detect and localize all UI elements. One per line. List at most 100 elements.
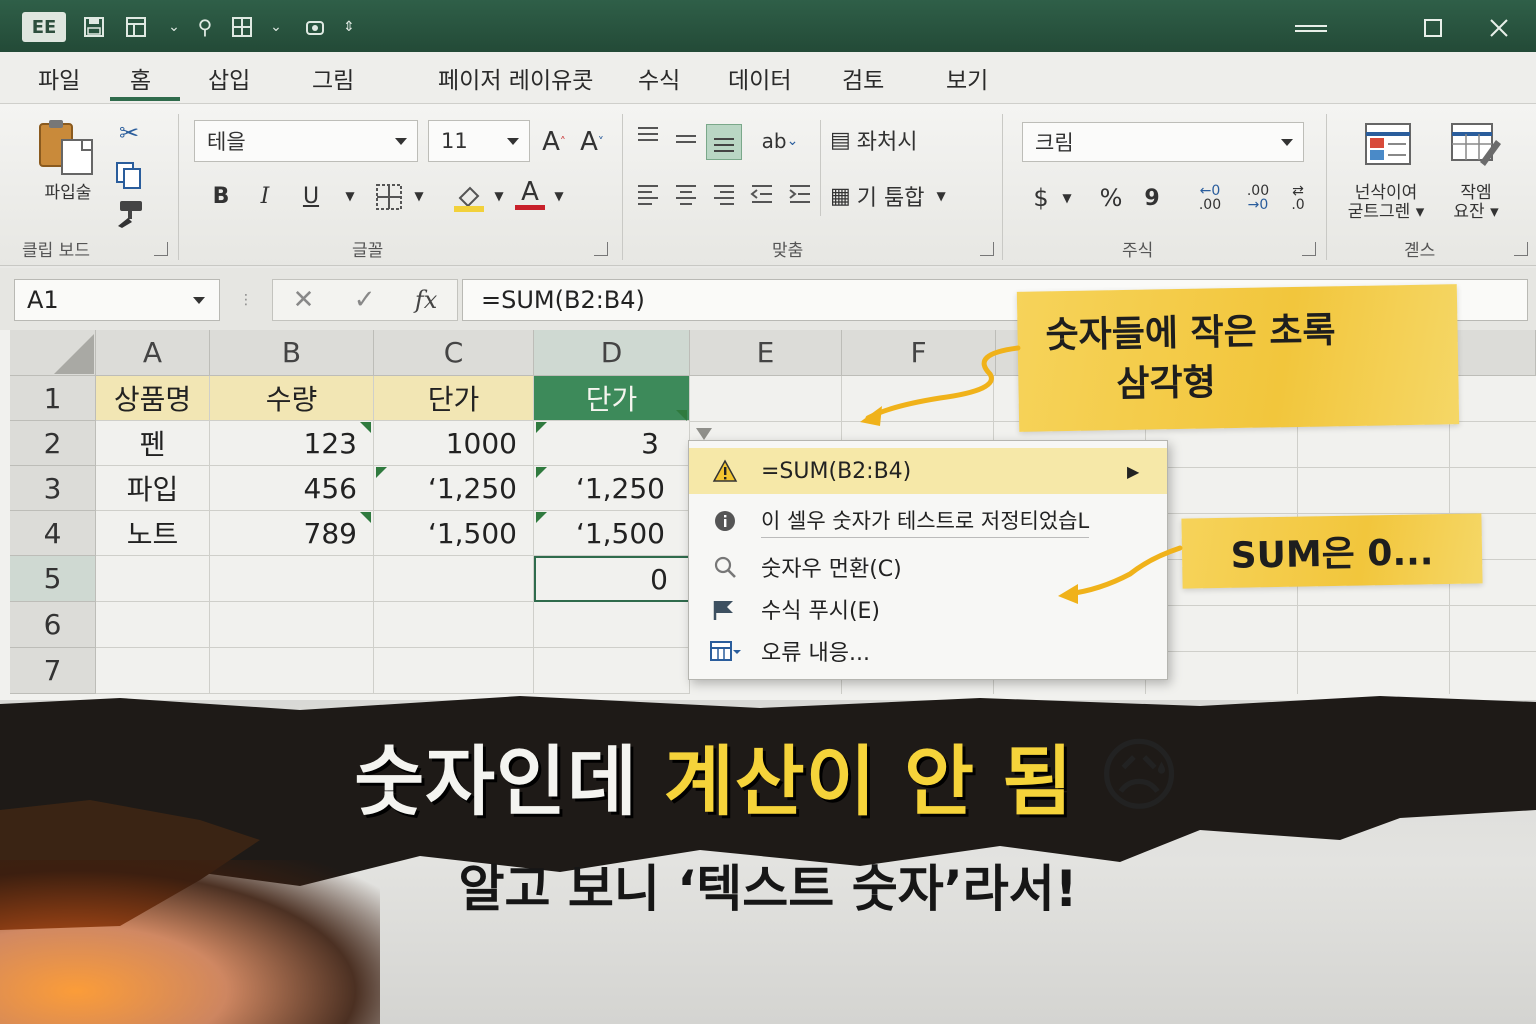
italic-button[interactable]: I	[248, 178, 282, 214]
percent-button[interactable]: %	[1094, 180, 1128, 216]
column-header-d[interactable]: D	[534, 330, 690, 376]
fill-color-dropdown-icon[interactable]: ▼	[490, 178, 508, 214]
align-left-icon[interactable]	[634, 180, 664, 210]
more-options-icon[interactable]: ⋮	[238, 284, 254, 316]
underline-dropdown-icon[interactable]: ▼	[340, 178, 360, 214]
touch-icon[interactable]: ⚲	[192, 12, 218, 42]
name-box[interactable]: A1	[14, 279, 220, 321]
cell-d1[interactable]: 단가	[534, 376, 690, 421]
cell-b6[interactable]	[210, 602, 374, 648]
row-header-6[interactable]: 6	[10, 602, 96, 648]
cell-c1[interactable]: 단가	[374, 376, 534, 421]
error-indicator-triangle[interactable]	[536, 422, 547, 433]
cell-a2[interactable]: 펜	[96, 421, 210, 466]
cell-c6[interactable]	[374, 602, 534, 648]
column-header-b[interactable]: B	[210, 330, 374, 376]
increase-decimal-icon[interactable]: ←0.00	[1192, 180, 1228, 216]
tab-draw[interactable]: 그림	[312, 60, 354, 96]
conditional-formatting-label[interactable]: 넌삭이여 굳트그렌 ▾	[1336, 184, 1436, 222]
error-indicator-triangle[interactable]	[376, 467, 387, 478]
align-right-icon[interactable]	[710, 180, 740, 210]
close-icon[interactable]	[1476, 10, 1522, 46]
cell-a3[interactable]: 파입	[96, 466, 210, 511]
row-header-3[interactable]: 3	[10, 466, 96, 511]
grow-font-button[interactable]: A ˄	[538, 122, 570, 162]
cell-b5[interactable]	[210, 556, 374, 602]
row-header-1[interactable]: 1	[10, 376, 96, 421]
number-format-toggle-icon[interactable]: ⇄ .0	[1282, 180, 1314, 216]
cell-a1[interactable]: 상품명	[96, 376, 210, 421]
cell-c7[interactable]	[374, 648, 534, 694]
increase-indent-icon[interactable]	[786, 180, 816, 210]
cell-b7[interactable]	[210, 648, 374, 694]
format-as-table-icon[interactable]	[1450, 122, 1504, 168]
table-icon[interactable]	[226, 12, 258, 42]
cell-d4[interactable]: ‘1,500	[534, 511, 690, 556]
dialog-launcher-icon[interactable]	[154, 242, 168, 256]
format-painter-icon[interactable]	[114, 198, 148, 230]
dropdown-chevron-icon[interactable]: ⌄	[164, 12, 184, 42]
cell-b1[interactable]: 수량	[210, 376, 374, 421]
paste-icon[interactable]	[36, 118, 98, 178]
fill-color-icon[interactable]	[452, 180, 488, 214]
cell-b3[interactable]: 456	[210, 466, 374, 511]
merge-center-button[interactable]: ▦ 기 툼합 ▼	[830, 178, 990, 214]
paste-label[interactable]: 파입술	[28, 184, 108, 203]
borders-dropdown-icon[interactable]: ▼	[410, 178, 428, 214]
cell-a5[interactable]	[96, 556, 210, 602]
error-indicator-triangle[interactable]	[536, 512, 547, 523]
decrease-decimal-icon[interactable]: .00 →0	[1240, 180, 1276, 216]
align-top-icon[interactable]	[634, 122, 664, 152]
font-size-dropdown[interactable]: 11	[428, 120, 530, 162]
currency-dropdown-icon[interactable]: ▼	[1058, 180, 1076, 216]
context-item-error-details[interactable]: 오류 내응...	[689, 630, 1167, 672]
cell-c5[interactable]	[374, 556, 534, 602]
tab-view[interactable]: 보기	[946, 60, 988, 96]
cut-icon[interactable]: ✂	[112, 118, 146, 148]
cell-a6[interactable]	[96, 602, 210, 648]
row-header-7[interactable]: 7	[10, 648, 96, 694]
tab-data[interactable]: 데이터	[728, 60, 791, 96]
font-color-button[interactable]: A	[512, 176, 548, 212]
underline-button[interactable]: U	[294, 178, 328, 214]
align-middle-icon[interactable]	[672, 126, 702, 156]
cell-d2[interactable]: 3	[534, 421, 690, 466]
cell-b4[interactable]: 789	[210, 511, 374, 556]
tab-review[interactable]: 검토	[842, 60, 884, 96]
confirm-icon[interactable]: ✓	[354, 285, 376, 315]
dialog-launcher-icon[interactable]	[594, 242, 608, 256]
cancel-icon[interactable]: ✕	[293, 285, 315, 315]
comma-button[interactable]: 9	[1138, 180, 1166, 216]
bold-button[interactable]: B	[204, 178, 238, 214]
format-as-table-label[interactable]: 작엠 요잔 ▾	[1434, 184, 1518, 222]
wrap-text-button[interactable]: ▤ 좌처시	[830, 122, 970, 158]
cell-d7[interactable]	[534, 648, 690, 694]
cell-d3[interactable]: ‘1,250	[534, 466, 690, 511]
tab-page-layout[interactable]: 페이저 레이유콧	[438, 60, 593, 96]
cell-c4[interactable]: ‘1,500	[374, 511, 534, 556]
shrink-font-button[interactable]: A ˅	[576, 122, 608, 162]
font-name-dropdown[interactable]: 테을	[194, 120, 418, 162]
column-header-c[interactable]: C	[374, 330, 534, 376]
tab-insert[interactable]: 삽입	[208, 60, 250, 96]
currency-button[interactable]: $	[1026, 180, 1056, 216]
tab-file[interactable]: 파일	[38, 60, 80, 96]
column-header-a[interactable]: A	[96, 330, 210, 376]
minimize-icon[interactable]	[1288, 10, 1334, 46]
dropdown-chevron-icon[interactable]: ⌄	[266, 12, 286, 42]
borders-icon[interactable]	[374, 182, 406, 212]
font-color-dropdown-icon[interactable]: ▼	[550, 178, 568, 214]
save-icon[interactable]	[78, 12, 110, 42]
context-item-formula[interactable]: =SUM(B2:B4) ▶	[689, 448, 1167, 494]
customize-icon[interactable]: ⇕	[338, 12, 360, 42]
align-center-icon[interactable]	[672, 180, 702, 210]
tab-formulas[interactable]: 수식	[638, 60, 680, 96]
row-header-2[interactable]: 2	[10, 421, 96, 466]
column-header-e[interactable]: E	[690, 330, 842, 376]
row-header-5[interactable]: 5	[10, 556, 96, 602]
cell-a7[interactable]	[96, 648, 210, 694]
cell-c2[interactable]: 1000	[374, 421, 534, 466]
cell-c3[interactable]: ‘1,250	[374, 466, 534, 511]
print-preview-icon[interactable]	[300, 12, 330, 42]
dialog-launcher-icon[interactable]	[1514, 242, 1528, 256]
